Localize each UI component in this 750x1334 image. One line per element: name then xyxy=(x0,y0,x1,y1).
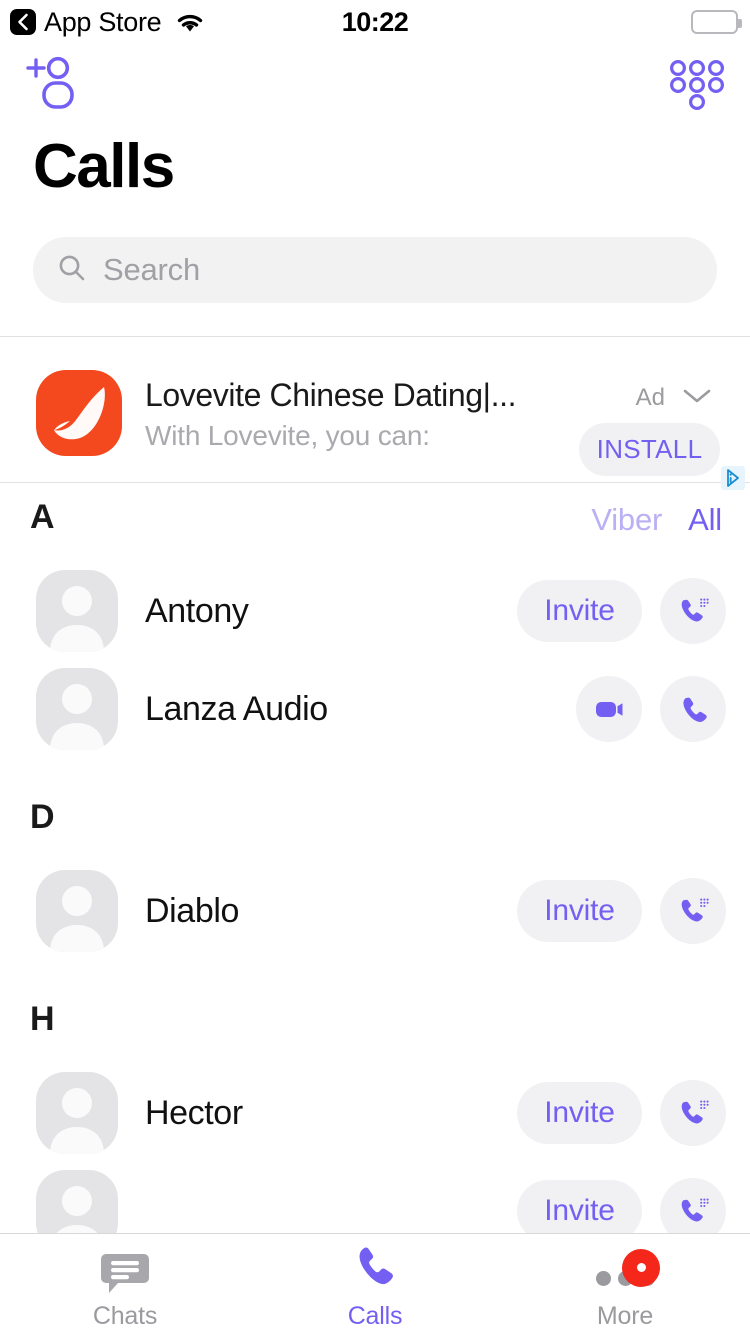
section-header-h: H xyxy=(0,986,750,1064)
contact-row[interactable]: Lanza Audio xyxy=(0,660,750,758)
viber-out-call-icon[interactable] xyxy=(660,878,726,944)
search-icon xyxy=(57,253,87,288)
contact-row[interactable]: Antony Invite xyxy=(0,562,750,660)
status-bar-right xyxy=(691,10,742,34)
contact-name: Antony xyxy=(145,591,249,630)
search-input[interactable]: Search xyxy=(33,237,717,303)
nav-icon-row xyxy=(0,44,750,122)
contact-name: Hector xyxy=(145,1093,243,1132)
invite-button[interactable]: Invite xyxy=(517,1180,642,1233)
voice-call-icon[interactable] xyxy=(660,676,726,742)
bottom-tab-bar: Chats Calls More xyxy=(0,1233,750,1334)
dialpad-icon[interactable] xyxy=(666,58,728,110)
ad-banner[interactable]: Lovevite Chinese Dating|... With Lovevit… xyxy=(0,336,750,490)
contact-row[interactable]: Diablo Invite xyxy=(0,862,750,960)
contacts-list[interactable]: A Viber All Antony Invite Lanza Audio D … xyxy=(0,484,750,1233)
chevron-down-icon[interactable] xyxy=(682,387,712,410)
contact-row[interactable]: Invite xyxy=(0,1162,750,1233)
default-avatar-icon xyxy=(36,1170,118,1233)
viber-calls-screen: App Store 10:22 Calls Search Lovevite Ch… xyxy=(0,0,750,1334)
page-title: Calls xyxy=(33,132,175,201)
contact-row-actions xyxy=(576,676,726,742)
tab-label-calls: Calls xyxy=(347,1301,403,1330)
search-placeholder: Search xyxy=(103,252,201,287)
contact-row-actions: Invite xyxy=(517,578,726,644)
contact-row-actions: Invite xyxy=(517,878,726,944)
viber-out-call-icon[interactable] xyxy=(660,578,726,644)
contact-row-actions: Invite xyxy=(517,1080,726,1146)
section-header-a: A Viber All xyxy=(0,484,750,562)
battery-full-icon xyxy=(691,10,742,34)
section-letter: A xyxy=(30,498,55,536)
section-letter: H xyxy=(30,1000,55,1038)
ad-subtitle: With Lovevite, you can: xyxy=(145,420,430,451)
default-avatar-icon xyxy=(36,870,118,952)
more-dots-icon xyxy=(582,1244,668,1294)
invite-button[interactable]: Invite xyxy=(517,580,642,642)
ad-install-button[interactable]: INSTALL xyxy=(579,423,720,476)
contact-row-actions: Invite xyxy=(517,1178,726,1233)
tab-label-chats: Chats xyxy=(92,1301,158,1330)
default-avatar-icon xyxy=(36,570,118,652)
video-call-icon[interactable] xyxy=(576,676,642,742)
invite-button[interactable]: Invite xyxy=(517,880,642,942)
phone-icon xyxy=(353,1244,397,1294)
contact-name: Diablo xyxy=(145,891,239,930)
chat-bubble-icon xyxy=(101,1244,149,1294)
ad-label: Ad xyxy=(635,384,665,411)
filter-tab-viber[interactable]: Viber xyxy=(591,502,662,538)
viber-out-call-icon[interactable] xyxy=(660,1178,726,1233)
more-badge xyxy=(622,1248,660,1287)
filter-tab-all[interactable]: All xyxy=(688,502,722,538)
tab-calls[interactable]: Calls xyxy=(250,1234,500,1334)
lovevite-app-icon xyxy=(36,370,122,456)
status-bar-clock: 10:22 xyxy=(341,6,409,37)
contact-row[interactable]: Hector Invite xyxy=(0,1064,750,1162)
section-header-d: D xyxy=(0,784,750,862)
ad-title: Lovevite Chinese Dating|... xyxy=(145,377,517,413)
add-contact-icon[interactable] xyxy=(24,56,84,110)
tab-label-more: More xyxy=(596,1301,654,1330)
tab-chats[interactable]: Chats xyxy=(0,1234,250,1334)
default-avatar-icon xyxy=(36,1072,118,1154)
viber-out-call-icon[interactable] xyxy=(660,1080,726,1146)
status-bar: App Store 10:22 xyxy=(0,0,750,44)
tab-more[interactable]: More xyxy=(500,1234,750,1334)
filter-tabs: Viber All xyxy=(591,502,722,538)
contact-name: Lanza Audio xyxy=(145,689,328,728)
invite-button[interactable]: Invite xyxy=(517,1082,642,1144)
section-letter: D xyxy=(30,798,55,836)
default-avatar-icon xyxy=(36,668,118,750)
